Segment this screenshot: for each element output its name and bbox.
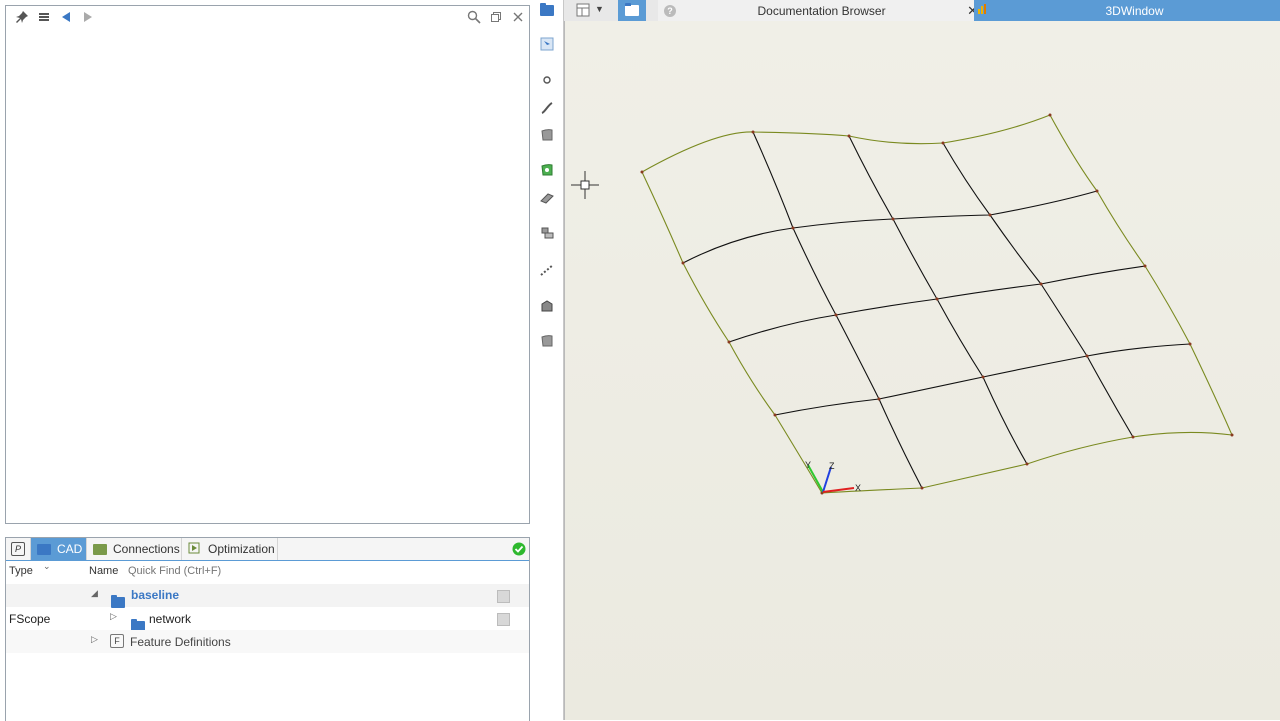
- patch-icon[interactable]: [540, 334, 554, 348]
- tab-optimization[interactable]: Optimization: [182, 538, 278, 560]
- left-top-panel: [5, 5, 530, 524]
- panel-tab-bar: P CAD Connections Optimization: [6, 538, 529, 561]
- surface-network-icon[interactable]: [540, 163, 554, 177]
- folder-icon: [37, 543, 51, 555]
- tree-row-network[interactable]: FScope ▷ network: [6, 607, 529, 632]
- tab-cad[interactable]: CAD: [31, 538, 87, 560]
- panel-toolbar: [6, 6, 529, 28]
- expand-triangle-icon[interactable]: ▷: [110, 611, 117, 622]
- pin-icon[interactable]: [14, 9, 30, 25]
- back-arrow-icon[interactable]: [58, 9, 74, 25]
- tree-row-baseline[interactable]: ◢ baseline: [6, 584, 529, 608]
- control-points: [640, 113, 1234, 495]
- cursor-icon[interactable]: [497, 613, 510, 626]
- surface-icon[interactable]: [540, 128, 554, 142]
- quick-find-input[interactable]: [126, 562, 430, 580]
- tab-cad-label: CAD: [57, 542, 83, 556]
- cursor-icon[interactable]: [497, 590, 510, 603]
- layout-grid-icon[interactable]: [576, 3, 590, 20]
- dropdown-arrow-icon[interactable]: ▼: [595, 4, 604, 14]
- window-tab-title: 3DWindow: [1105, 3, 1164, 18]
- tree-type-fscope: FScope: [9, 612, 51, 626]
- project-p-icon[interactable]: P: [6, 538, 31, 560]
- restore-window-icon[interactable]: [488, 9, 504, 25]
- collapse-triangle-icon[interactable]: ◢: [91, 588, 98, 599]
- sort-chevron-icon: ⌄: [43, 561, 51, 571]
- surface-grid: [682, 131, 1191, 489]
- axis-x-label: X: [855, 483, 861, 493]
- expand-triangle-icon[interactable]: ▷: [91, 634, 98, 645]
- transform-icon[interactable]: [540, 299, 554, 313]
- vertical-toolbar: [531, 0, 564, 720]
- search-icon[interactable]: [466, 9, 482, 25]
- solid-icon[interactable]: [540, 226, 554, 240]
- column-type[interactable]: Type: [9, 565, 33, 577]
- axis-y-label: Y: [805, 460, 811, 470]
- editor-tab-strip: ▼ ? Documentation Browser ✕ 3DWindow: [564, 0, 1280, 22]
- select-cursor-icon[interactable]: [540, 37, 554, 51]
- close-icon[interactable]: [510, 9, 526, 25]
- play-icon: [188, 542, 200, 557]
- project-tree-panel: P CAD Connections Optimization Type ⌄ Na…: [5, 537, 530, 721]
- axes-gizmo: Y Z X: [805, 460, 861, 493]
- tab-optimization-label: Optimization: [208, 542, 275, 556]
- folder-icon: [625, 3, 639, 16]
- dashed-line-icon[interactable]: [540, 263, 554, 277]
- forward-arrow-icon[interactable]: [80, 9, 96, 25]
- curve-icon[interactable]: [540, 101, 554, 115]
- chart-icon: [977, 3, 989, 18]
- status-ok-icon: [512, 542, 526, 559]
- 3d-viewport[interactable]: Y Z X: [564, 21, 1280, 720]
- tree-label-network: network: [149, 612, 192, 626]
- column-name[interactable]: Name: [89, 565, 118, 577]
- tab-connections-label: Connections: [113, 542, 180, 556]
- help-icon: ?: [664, 4, 676, 17]
- folder-icon[interactable]: [540, 2, 554, 17]
- tree-row-feature-definitions[interactable]: ▷ F Feature Definitions: [6, 630, 529, 653]
- tree-label-feature-definitions: Feature Definitions: [130, 635, 231, 649]
- tab-documentation-browser[interactable]: ? Documentation Browser ✕: [658, 0, 995, 21]
- tab-3dwindow[interactable]: 3DWindow: [974, 0, 1280, 21]
- crosshair-cursor-icon: [571, 171, 599, 199]
- loft-icon[interactable]: [540, 191, 554, 205]
- column-header: Type ⌄ Name: [6, 561, 529, 581]
- surface-boundary: [641, 114, 1233, 494]
- folder-tab-button[interactable]: [618, 0, 646, 21]
- doc-tab-title: Documentation Browser: [757, 3, 886, 18]
- axis-z-label: Z: [829, 461, 835, 471]
- tab-connections[interactable]: Connections: [87, 538, 182, 560]
- monitor-icon: [93, 543, 107, 555]
- point-icon[interactable]: [540, 73, 554, 87]
- tree-label-baseline: baseline: [131, 588, 180, 602]
- feature-f-icon: F: [110, 634, 124, 648]
- surface-network-canvas[interactable]: Y Z X: [565, 21, 1280, 720]
- menu-icon[interactable]: [36, 9, 52, 25]
